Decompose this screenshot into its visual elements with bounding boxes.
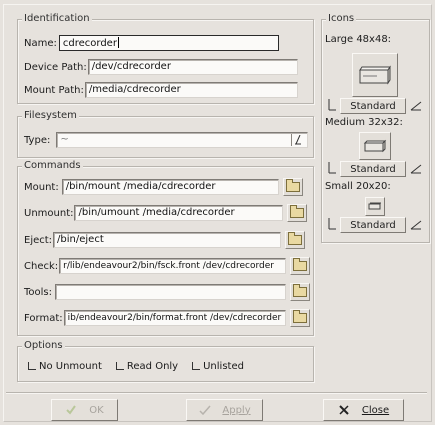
command-row-eject: Eject: /bin/eject	[24, 231, 306, 249]
filesystem-legend: Filesystem	[22, 110, 79, 122]
icons-group: Icons Large 48x48: Standard Medium 32x32…	[321, 13, 430, 243]
folder-icon	[290, 205, 305, 218]
folder-icon	[288, 232, 303, 245]
small-prev-icon[interactable]	[325, 216, 337, 230]
close-label: Close	[361, 404, 390, 416]
read-only-label: Read Only	[126, 360, 179, 372]
folder-icon	[285, 179, 300, 192]
cdrom-drive-small-icon	[368, 202, 381, 210]
combo-arrow-icon[interactable]	[291, 134, 304, 146]
filesystem-group: Filesystem Type: ~	[17, 110, 314, 158]
command-row-unmount: Unmount: /bin/umount /media/cdrecorder	[24, 204, 308, 222]
ok-label: OK	[89, 404, 104, 416]
folder-icon	[293, 258, 308, 271]
browse-mount-button[interactable]	[282, 178, 303, 196]
folder-icon	[293, 284, 308, 297]
medium-standard-button[interactable]: Standard	[340, 161, 406, 177]
name-value: cdrecorder	[62, 38, 117, 49]
small-standard-button[interactable]: Standard	[340, 217, 406, 233]
folder-icon	[292, 310, 307, 323]
close-icon	[339, 405, 349, 415]
command-row-mount: Mount: /bin/mount /media/cdrecorder	[24, 178, 303, 196]
tools-command-field[interactable]	[55, 284, 287, 300]
name-row: Name: cdrecorder	[24, 34, 279, 52]
device-path-field[interactable]: /dev/cdrecorder	[87, 59, 298, 75]
large-icon-button[interactable]	[352, 53, 398, 97]
large-prev-icon[interactable]	[325, 97, 337, 111]
apply-label: Apply	[222, 404, 251, 416]
large-standard-button[interactable]: Standard	[340, 98, 406, 114]
command-row-check: Check: r/lib/endeavour2/bin/fsck.front /…	[24, 257, 311, 275]
check-label: Check:	[24, 260, 59, 272]
no-unmount-checkbox[interactable]: No Unmount	[28, 361, 102, 372]
type-combo[interactable]: ~	[56, 132, 309, 148]
options-group: Options No Unmount Read Only Unlisted	[17, 340, 314, 382]
checkbox-icon	[28, 362, 36, 370]
read-only-checkbox[interactable]: Read Only	[115, 360, 179, 372]
checkmark-icon	[66, 405, 77, 415]
check-command-field[interactable]: r/lib/endeavour2/bin/fsck.front /dev/cdr…	[59, 258, 287, 274]
type-row: Type: ~	[24, 131, 309, 149]
medium-prev-icon[interactable]	[325, 160, 337, 174]
medium-icon-label: Medium 32x32:	[325, 117, 403, 128]
close-button[interactable]: Close	[323, 399, 404, 421]
checkbox-icon	[192, 362, 201, 370]
ok-button[interactable]: OK	[51, 399, 118, 421]
identification-group: Identification Name: cdrecorder Device P…	[17, 13, 314, 104]
browse-eject-button[interactable]	[285, 231, 306, 249]
apply-button[interactable]: Apply	[186, 399, 263, 421]
commands-group: Commands Mount: /bin/mount /media/cdreco…	[17, 160, 314, 336]
eject-command-field[interactable]: /bin/eject	[53, 232, 282, 248]
browse-format-button[interactable]	[289, 309, 310, 327]
format-label: Format:	[24, 312, 63, 324]
no-unmount-label: No Unmount	[39, 360, 102, 372]
mount-path-field[interactable]: /media/cdrecorder	[84, 82, 298, 98]
cdrom-drive-medium-icon	[363, 139, 387, 153]
icons-legend: Icons	[326, 13, 357, 25]
name-label: Name:	[24, 37, 57, 49]
browse-check-button[interactable]	[290, 257, 311, 275]
small-icon-label: Small 20x20:	[325, 181, 391, 192]
cdrom-drive-large-icon	[359, 65, 391, 85]
large-next-icon[interactable]	[410, 97, 422, 111]
apply-check-icon	[199, 405, 211, 416]
type-value: ~	[60, 134, 69, 145]
type-label: Type:	[24, 134, 51, 146]
button-separator	[6, 392, 427, 394]
small-next-icon[interactable]	[410, 216, 422, 230]
medium-icon-button[interactable]	[359, 132, 391, 160]
unmount-label: Unmount:	[24, 207, 74, 219]
device-path-label: Device Path:	[24, 61, 87, 73]
name-field[interactable]: cdrecorder	[58, 35, 279, 51]
device-path-row: Device Path: /dev/cdrecorder	[24, 58, 298, 76]
eject-label: Eject:	[24, 234, 53, 246]
identification-legend: Identification	[22, 13, 92, 25]
unlisted-label: Unlisted	[203, 360, 244, 372]
mount-label: Mount:	[24, 181, 59, 193]
browse-unmount-button[interactable]	[287, 204, 308, 222]
text-caret	[117, 37, 119, 48]
mount-command-field[interactable]: /bin/mount /media/cdrecorder	[61, 179, 279, 195]
command-row-tools: Tools:	[24, 283, 311, 301]
small-icon-button[interactable]	[365, 197, 385, 216]
browse-tools-button[interactable]	[290, 283, 311, 301]
unmount-command-field[interactable]: /bin/umount /media/cdrecorder	[74, 205, 284, 221]
unlisted-checkbox[interactable]: Unlisted	[192, 361, 244, 372]
tools-label: Tools:	[24, 286, 53, 298]
mount-path-label: Mount Path:	[24, 84, 84, 96]
large-icon-label: Large 48x48:	[325, 34, 392, 45]
commands-legend: Commands	[22, 160, 83, 172]
command-row-format: Format: ib/endeavour2/bin/format.front /…	[24, 309, 310, 327]
medium-next-icon[interactable]	[410, 160, 422, 174]
mount-path-row: Mount Path: /media/cdrecorder	[24, 81, 298, 99]
options-legend: Options	[22, 340, 65, 352]
options-row: No Unmount Read Only Unlisted	[28, 357, 258, 375]
checkbox-icon	[115, 362, 124, 370]
format-command-field[interactable]: ib/endeavour2/bin/format.front /dev/cdre…	[63, 310, 286, 326]
